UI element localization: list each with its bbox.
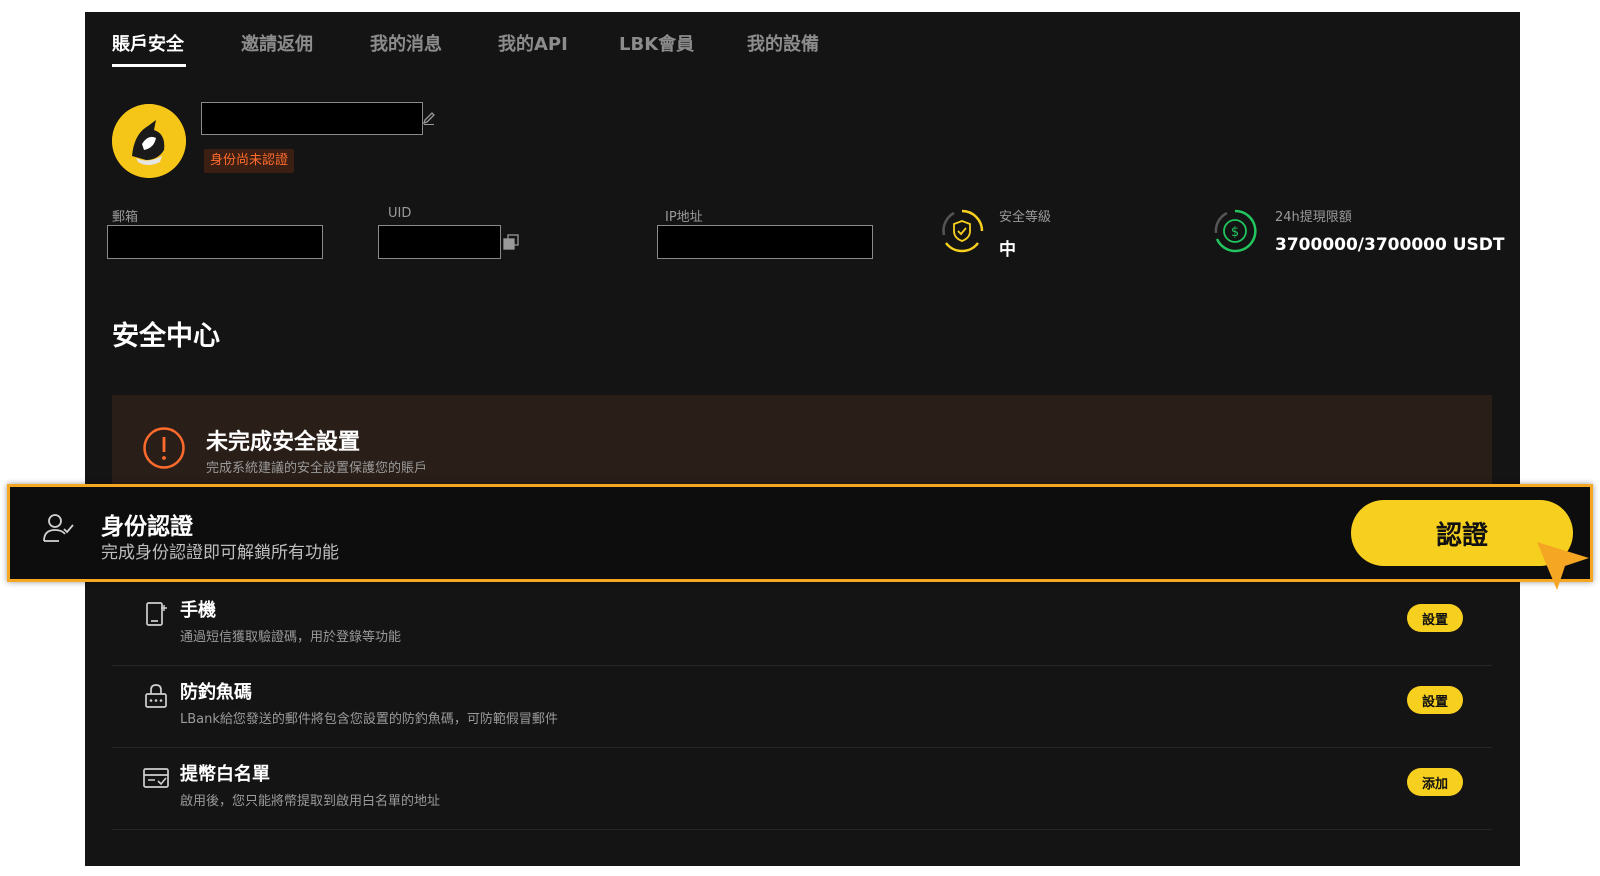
anti-phishing-setup-button[interactable]: 設置 <box>1407 686 1463 714</box>
ip-value-redacted <box>657 225 873 259</box>
phone-subtitle: 通過短信獲取驗證碼，用於登錄等功能 <box>180 630 402 645</box>
security-center-title: 安全中心 <box>112 321 220 352</box>
active-tab-indicator <box>112 64 186 67</box>
security-shield-icon <box>942 209 984 253</box>
tab-account-security[interactable]: 賬戶安全 <box>112 30 184 56</box>
whitelist-card-icon <box>143 768 169 788</box>
whitelist-subtitle: 啟用後，您只能將幣提取到啟用白名單的地址 <box>180 794 441 809</box>
phone-row: 手機 通過短信獲取驗證碼，用於登錄等功能 設置 <box>112 584 1492 666</box>
pointer-arrow-icon <box>1537 542 1589 590</box>
warning-title: 未完成安全設置 <box>206 430 361 455</box>
whitelist-title: 提幣白名單 <box>180 764 270 785</box>
tab-messages[interactable]: 我的消息 <box>370 30 442 56</box>
email-value-redacted <box>107 225 323 259</box>
avatar[interactable] <box>112 104 186 178</box>
anti-phishing-title: 防釣魚碼 <box>180 682 252 703</box>
uid-label: UID <box>388 206 412 221</box>
svg-text:$: $ <box>1231 225 1239 240</box>
tab-referral[interactable]: 邀請返佣 <box>241 30 313 56</box>
anti-phishing-subtitle: LBank給您發送的郵件將包含您設置的防釣魚碼，可防範假冒郵件 <box>180 712 558 727</box>
email-label: 郵箱 <box>112 210 139 225</box>
identity-title: 身份認證 <box>101 514 193 540</box>
phone-title: 手機 <box>180 600 216 621</box>
lock-code-icon <box>145 684 167 708</box>
withdraw-limit-label: 24h提現限額 <box>1275 210 1352 225</box>
edit-icon[interactable] <box>421 110 437 126</box>
tab-api[interactable]: 我的API <box>498 30 568 56</box>
uid-value-redacted <box>378 225 501 259</box>
avatar-icon <box>112 104 186 178</box>
phone-icon <box>146 602 167 626</box>
withdraw-limit-value: 3700000/3700000 USDT <box>1275 235 1505 255</box>
warning-subtitle: 完成系統建議的安全設置保護您的賬戶 <box>206 461 428 476</box>
tab-lbk-membership[interactable]: LBK會員 <box>619 30 694 56</box>
anti-phishing-row: 防釣魚碼 LBank給您發送的郵件將包含您設置的防釣魚碼，可防範假冒郵件 設置 <box>112 666 1492 748</box>
identity-subtitle: 完成身份認證即可解鎖所有功能 <box>101 543 339 563</box>
security-level-label: 安全等級 <box>999 210 1052 225</box>
warning-icon <box>143 427 185 469</box>
username-redacted <box>201 102 423 135</box>
security-level-value: 中 <box>999 240 1016 260</box>
ip-label: IP地址 <box>665 210 703 225</box>
identity-status-badge: 身份尚未認證 <box>204 149 295 173</box>
identity-verification-row: 身份認證 完成身份認證即可解鎖所有功能 認證 <box>7 484 1593 582</box>
tab-devices[interactable]: 我的設備 <box>747 30 819 56</box>
phone-setup-button[interactable]: 設置 <box>1407 604 1463 632</box>
user-check-icon <box>43 514 74 542</box>
whitelist-add-button[interactable]: 添加 <box>1407 768 1463 796</box>
withdraw-limit-icon: $ <box>1214 209 1257 253</box>
withdraw-whitelist-row: 提幣白名單 啟用後，您只能將幣提取到啟用白名單的地址 添加 <box>112 748 1492 830</box>
copy-icon[interactable] <box>503 234 520 251</box>
